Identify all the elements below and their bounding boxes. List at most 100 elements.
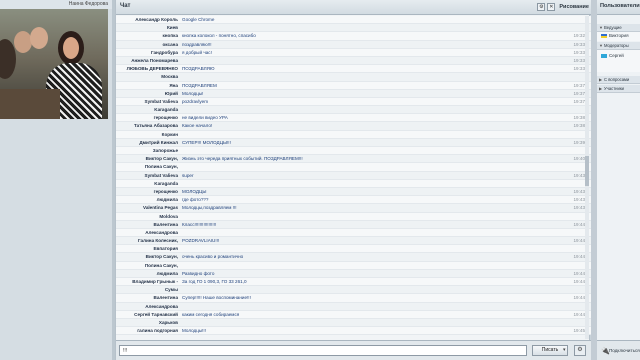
chat-scrollbar[interactable]	[585, 16, 589, 339]
message-author: Коркин	[161, 131, 178, 137]
chat-header: Чат ⚙ ✕ Рисование	[116, 0, 591, 15]
message-time: 19:44	[573, 279, 586, 284]
chat-message: Запорожье	[116, 147, 591, 156]
message-author: Владимир Грынык -	[132, 279, 178, 284]
message-time: 19:43	[573, 205, 586, 211]
chat-message: Symbat Valieva pozdravlyem 19:37	[116, 97, 591, 107]
chat-message: людмила Развидно фото 19:44	[116, 269, 591, 278]
message-text: pozdravlyem	[182, 98, 209, 104]
chat-message: людмила где фото??? 19:43	[116, 196, 591, 205]
chat-message: Виктор Сакун, очень красиво и романтично 1…	[116, 253, 591, 262]
users-panel: Пользователи ▼ Ведущие Виктория ▼ Модера…	[597, 0, 640, 360]
message-author: Юрий	[164, 90, 178, 96]
message-author: герощенко	[153, 115, 178, 121]
chat-message: Karaganda	[116, 179, 591, 188]
message-time: 19:44	[573, 270, 586, 276]
message-author: Valentina Pegas	[143, 205, 178, 211]
message-author: Виктор Сакун,	[145, 156, 178, 162]
message-author: Moldova	[159, 213, 178, 219]
chat-message: Karaganda	[116, 106, 591, 115]
message-text: каким сегодня собираемся	[182, 311, 240, 317]
chat-message: кнопка кнопка колокол - понятно, спасибо 1…	[116, 32, 591, 41]
message-author: Дмитрий Кинжал	[139, 139, 178, 145]
close-icon[interactable]: ✕	[547, 3, 556, 11]
message-author: людмила	[156, 197, 178, 203]
message-time: 19:33	[573, 66, 586, 72]
chevron-down-icon: ▼	[599, 25, 603, 30]
message-author: Валентина	[153, 221, 178, 227]
connect-button[interactable]: Подключиться	[609, 348, 640, 353]
chevron-down-icon: ▼	[599, 43, 603, 48]
message-author: Евпатория	[153, 246, 178, 252]
message-author: кнопка	[162, 33, 178, 39]
chat-panel: Чат ⚙ ✕ Рисование Александр Король Google…	[115, 0, 591, 360]
gear-icon[interactable]: ⚙	[537, 3, 546, 11]
message-text: МОЛОДЦЫ	[182, 188, 207, 194]
message-author: людмила	[156, 270, 178, 276]
chat-message: герощенко не видели видео УРА 19:38	[116, 114, 591, 123]
group-label: Ведущие	[604, 25, 622, 30]
group-header[interactable]: ▶ Участники	[597, 85, 640, 93]
message-text: ПОЗДРАВЛЯЕМ	[182, 82, 217, 88]
message-author: Яна	[169, 82, 178, 88]
chat-scrollbar-thumb[interactable]	[585, 156, 589, 186]
group-header[interactable]: ▶ С вопросами	[597, 76, 640, 84]
message-author: герощенко	[153, 188, 178, 194]
chat-message: Валентина Класс!!!!!!!!!!!!!!!!! 19:44	[116, 220, 591, 229]
message-text: Google Chrome	[182, 17, 215, 22]
message-text: Молодцы!	[182, 90, 204, 96]
chat-message: Евпатория	[116, 245, 591, 254]
app-window: Наина Федорова Чат ⚙ ✕ Рисование Алексан…	[0, 0, 640, 360]
table-surface	[0, 89, 60, 119]
message-text: Супер!!!!! Наше воспоминание!!!	[182, 295, 251, 301]
chat-message: Киев	[116, 24, 591, 33]
flag-kz-icon	[601, 54, 607, 58]
chat-message: Татьяна Абазарова Какое начало! 19:38	[116, 122, 591, 131]
message-author: Харьков	[158, 319, 178, 325]
chat-message: Харьков	[116, 318, 591, 328]
gear-icon[interactable]: ⚙	[574, 345, 586, 356]
group-header[interactable]: ▼ Модераторы	[597, 42, 640, 50]
message-author: Symbat Valieva	[144, 172, 178, 178]
message-text: не видели видео УРА	[182, 115, 228, 121]
chat-message: Александр Король Google Chrome	[116, 16, 591, 25]
person-3	[30, 27, 48, 49]
message-time: 19:37	[573, 82, 586, 88]
message-text: Развидно фото	[182, 270, 215, 276]
message-time: 19:32	[573, 33, 586, 39]
user-name: Виктория	[609, 33, 629, 38]
chat-input-bar: Писать ▾ ⚙	[116, 340, 591, 360]
group-header[interactable]: ▼ Ведущие	[597, 24, 640, 32]
chat-message: Полина Сакун,	[116, 163, 591, 172]
user-row[interactable]: Сергей	[597, 50, 640, 72]
message-author: Киев	[166, 25, 178, 31]
message-time: 19:44	[573, 311, 586, 317]
webcam-video[interactable]	[0, 9, 108, 119]
user-row[interactable]: Виктория	[597, 32, 640, 41]
message-text: ПОЗДРАВЛЯЮ	[182, 66, 215, 72]
mode-label[interactable]: Рисование	[559, 3, 589, 11]
chat-message: Александрова	[116, 228, 591, 238]
chat-message: Валентина Супер!!!!! Наше воспоминание!!!…	[116, 294, 591, 303]
message-time: 19:38	[573, 115, 586, 121]
message-author: Symbat Valieva	[144, 98, 178, 104]
chat-header-controls: ⚙ ✕ Рисование	[537, 3, 589, 11]
message-text: СУПЕР!!! МОЛОДЦЫ!!!	[182, 139, 231, 145]
message-time: 19:39	[573, 139, 586, 145]
chat-message: ЛЮБОВЬ ДЕРЕВЯНКО ПОЗДРАВЛЯЮ 19:33	[116, 65, 591, 74]
message-time: 19:44	[573, 295, 586, 301]
chat-message-input[interactable]	[119, 345, 527, 356]
message-author: Запорожье	[152, 148, 178, 153]
user-name: Сергей	[609, 53, 624, 58]
message-author: Сергей Тарнавский	[134, 311, 178, 317]
chat-message: Коркин	[116, 130, 591, 139]
video-panel: Наина Федорова	[0, 0, 112, 360]
message-list[interactable]: Александр Король Google Chrome Киев кнопка к…	[116, 16, 591, 339]
send-dropdown-icon[interactable]: ▾	[563, 345, 569, 356]
message-time: 19:44	[573, 254, 586, 260]
message-text: поздравляю!!!	[182, 41, 212, 47]
message-author: Karaganda	[154, 180, 178, 186]
users-title: Пользователи	[600, 3, 640, 9]
chat-message: Галина Колесник, POZDRAVLIAIU!!! 19:44	[116, 237, 591, 246]
message-time: 19:37	[573, 90, 586, 96]
